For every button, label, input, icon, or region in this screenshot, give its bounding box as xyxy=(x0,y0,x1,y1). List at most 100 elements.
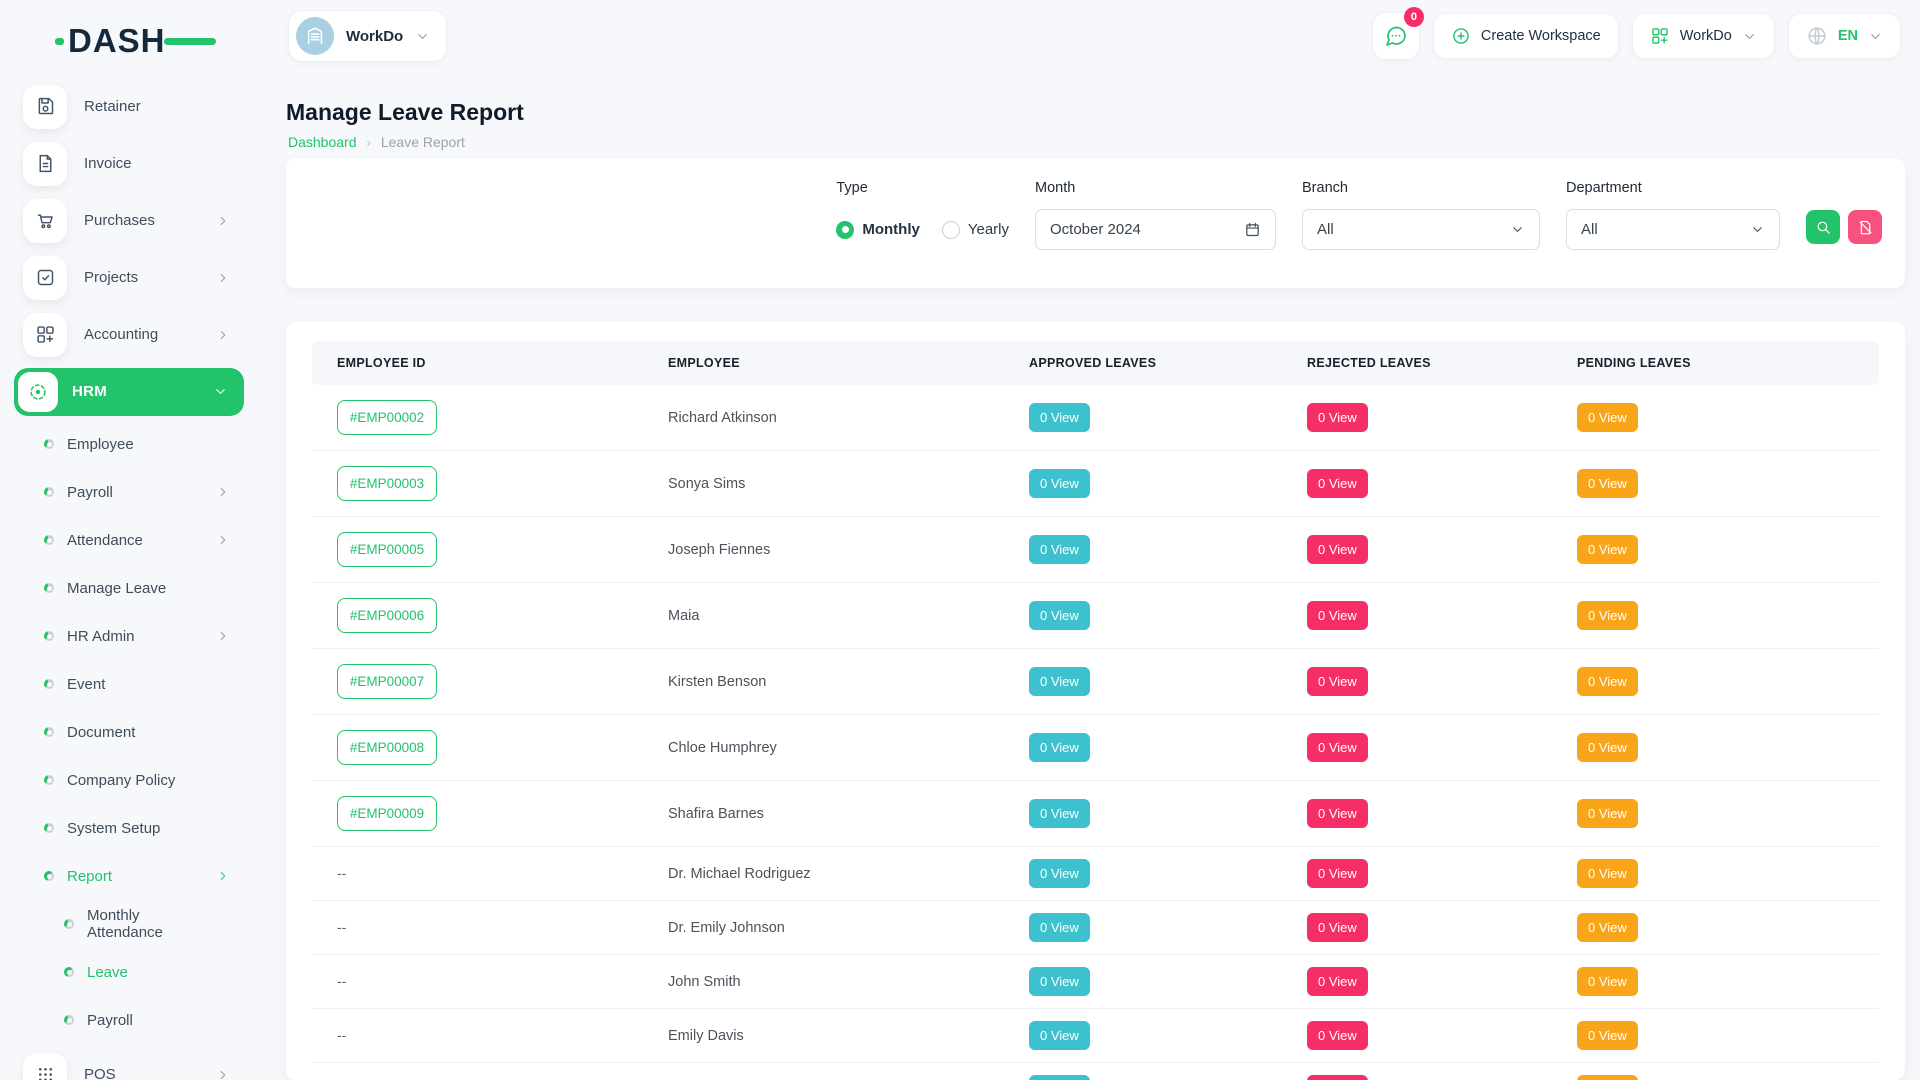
col-rejected-leaves: REJECTED LEAVES xyxy=(1307,356,1577,370)
approved-view-button[interactable]: 0 View xyxy=(1029,1021,1090,1050)
department-label: Department xyxy=(1566,180,1780,196)
pending-view-button[interactable]: 0 View xyxy=(1577,1021,1638,1050)
breadcrumb-dashboard-link[interactable]: Dashboard xyxy=(288,134,357,150)
workspace-selector[interactable]: WorkDo xyxy=(288,10,447,62)
col-pending-leaves: PENDING LEAVES xyxy=(1577,356,1879,370)
approved-view-button[interactable]: 0 View xyxy=(1029,535,1090,564)
sidebar-subitem-payroll[interactable]: Payroll xyxy=(0,996,258,1044)
rejected-view-button[interactable]: 0 View xyxy=(1307,1075,1368,1080)
department-filter-group: Department All xyxy=(1566,180,1780,250)
employee-id-button[interactable]: #EMP00008 xyxy=(337,730,437,765)
bullet-icon xyxy=(44,727,54,737)
table-row: -- James Brown 0 View 0 View 0 View xyxy=(312,1063,1879,1080)
rejected-view-button[interactable]: 0 View xyxy=(1307,799,1368,828)
chevron-down-icon xyxy=(1750,222,1765,237)
employee-id-button[interactable]: #EMP00003 xyxy=(337,466,437,501)
sidebar-subitem-employee[interactable]: Employee xyxy=(0,420,258,468)
rejected-view-button[interactable]: 0 View xyxy=(1307,913,1368,942)
radio-monthly[interactable]: Monthly xyxy=(836,221,920,239)
radio-yearly[interactable]: Yearly xyxy=(942,221,1009,239)
messages-button[interactable]: 0 xyxy=(1372,12,1420,60)
pending-view-button[interactable]: 0 View xyxy=(1577,535,1638,564)
reset-filter-button[interactable] xyxy=(1848,210,1882,244)
sidebar-subitem-system-setup[interactable]: System Setup xyxy=(0,804,258,852)
radio-selected-icon[interactable] xyxy=(836,221,854,239)
employee-id-button[interactable]: #EMP00002 xyxy=(337,400,437,435)
sidebar-subitem-hr-admin[interactable]: HR Admin xyxy=(0,612,258,660)
sidebar-item-accounting[interactable]: Accounting xyxy=(0,306,258,363)
app-grid-icon xyxy=(1650,26,1670,46)
pending-view-button[interactable]: 0 View xyxy=(1577,967,1638,996)
rejected-view-button[interactable]: 0 View xyxy=(1307,1021,1368,1050)
approved-view-button[interactable]: 0 View xyxy=(1029,1075,1090,1080)
sidebar-subitem-attendance[interactable]: Attendance xyxy=(0,516,258,564)
chevron-right-icon xyxy=(216,214,230,228)
sidebar-item-hrm[interactable]: HRM xyxy=(14,368,244,416)
type-filter-group: Type Monthly Yearly xyxy=(836,180,1009,250)
employee-id-button[interactable]: #EMP00005 xyxy=(337,532,437,567)
approved-view-button[interactable]: 0 View xyxy=(1029,601,1090,630)
approved-view-button[interactable]: 0 View xyxy=(1029,403,1090,432)
sidebar-subitem-manage-leave[interactable]: Manage Leave xyxy=(0,564,258,612)
radio-unselected-icon[interactable] xyxy=(942,221,960,239)
calendar-icon[interactable] xyxy=(1244,221,1261,238)
rejected-view-button[interactable]: 0 View xyxy=(1307,859,1368,888)
pending-view-button[interactable]: 0 View xyxy=(1577,667,1638,696)
rejected-view-button[interactable]: 0 View xyxy=(1307,403,1368,432)
approved-view-button[interactable]: 0 View xyxy=(1029,967,1090,996)
language-selector[interactable]: EN xyxy=(1788,13,1901,59)
rejected-view-button[interactable]: 0 View xyxy=(1307,601,1368,630)
employee-id-button[interactable]: #EMP00009 xyxy=(337,796,437,831)
chevron-right-icon xyxy=(216,1068,230,1080)
pending-view-button[interactable]: 0 View xyxy=(1577,859,1638,888)
sidebar-subitem-monthly-attendance[interactable]: Monthly Attendance xyxy=(0,900,258,948)
sidebar-item-purchases[interactable]: Purchases xyxy=(0,192,258,249)
sidebar-subitem-document[interactable]: Document xyxy=(0,708,258,756)
approved-view-button[interactable]: 0 View xyxy=(1029,667,1090,696)
rejected-view-button[interactable]: 0 View xyxy=(1307,469,1368,498)
employee-id-button[interactable]: #EMP00006 xyxy=(337,598,437,633)
table-row: #EMP00005 Joseph Fiennes 0 View 0 View 0… xyxy=(312,517,1879,583)
sidebar: Retainer Invoice Purchases Projects Acco… xyxy=(0,0,258,1080)
table-row: -- John Smith 0 View 0 View 0 View xyxy=(312,955,1879,1009)
rejected-view-button[interactable]: 0 View xyxy=(1307,733,1368,762)
sidebar-item-pos[interactable]: POS xyxy=(0,1046,258,1080)
pending-view-button[interactable]: 0 View xyxy=(1577,799,1638,828)
approved-view-button[interactable]: 0 View xyxy=(1029,913,1090,942)
approved-view-button[interactable]: 0 View xyxy=(1029,799,1090,828)
rejected-view-button[interactable]: 0 View xyxy=(1307,535,1368,564)
filter-card: Type Monthly Yearly Month October 2024 B… xyxy=(286,158,1905,288)
pending-view-button[interactable]: 0 View xyxy=(1577,1075,1638,1080)
department-select[interactable]: All xyxy=(1566,209,1780,250)
col-approved-leaves: APPROVED LEAVES xyxy=(1029,356,1307,370)
rejected-view-button[interactable]: 0 View xyxy=(1307,667,1368,696)
branch-select[interactable]: All xyxy=(1302,209,1540,250)
approved-view-button[interactable]: 0 View xyxy=(1029,733,1090,762)
chevron-down-icon xyxy=(1742,29,1757,44)
sidebar-subitem-payroll[interactable]: Payroll xyxy=(0,468,258,516)
sidebar-item-label: POS xyxy=(84,1066,116,1080)
pending-view-button[interactable]: 0 View xyxy=(1577,601,1638,630)
app-switcher-button[interactable]: WorkDo xyxy=(1632,13,1775,59)
sidebar-item-projects[interactable]: Projects xyxy=(0,249,258,306)
pending-view-button[interactable]: 0 View xyxy=(1577,913,1638,942)
sidebar-subitem-leave[interactable]: Leave xyxy=(0,948,258,996)
approved-view-button[interactable]: 0 View xyxy=(1029,859,1090,888)
approved-view-button[interactable]: 0 View xyxy=(1029,469,1090,498)
sidebar-subitem-event[interactable]: Event xyxy=(0,660,258,708)
pending-view-button[interactable]: 0 View xyxy=(1577,733,1638,762)
sidebar-item-retainer[interactable]: Retainer xyxy=(0,78,258,135)
pending-view-button[interactable]: 0 View xyxy=(1577,403,1638,432)
employee-id-button[interactable]: #EMP00007 xyxy=(337,664,437,699)
sidebar-subitem-company-policy[interactable]: Company Policy xyxy=(0,756,258,804)
chevron-right-icon xyxy=(216,869,230,883)
pending-view-button[interactable]: 0 View xyxy=(1577,469,1638,498)
table-row: -- Dr. Michael Rodriguez 0 View 0 View 0… xyxy=(312,847,1879,901)
month-input[interactable]: October 2024 xyxy=(1035,209,1276,250)
rejected-view-button[interactable]: 0 View xyxy=(1307,967,1368,996)
sidebar-subitem-report[interactable]: Report xyxy=(0,852,258,900)
create-workspace-button[interactable]: Create Workspace xyxy=(1433,13,1619,59)
hrm-icon xyxy=(27,381,49,403)
search-button[interactable] xyxy=(1806,210,1840,244)
sidebar-item-invoice[interactable]: Invoice xyxy=(0,135,258,192)
